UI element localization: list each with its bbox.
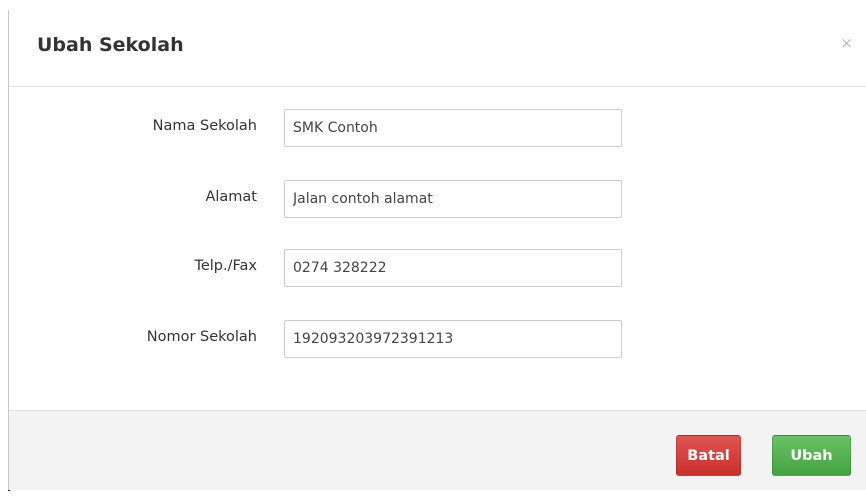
nama-sekolah-label: Nama Sekolah (152, 118, 257, 134)
form-row-nama-sekolah: Nama Sekolah (9, 109, 866, 147)
edit-school-modal: Ubah Sekolah × Nama Sekolah Alamat Telp.… (8, 10, 866, 490)
modal-footer: Batal Ubah (9, 410, 866, 490)
form-row-telp-fax: Telp./Fax (9, 249, 866, 287)
alamat-input[interactable] (284, 180, 622, 218)
alamat-label: Alamat (205, 189, 257, 205)
submit-button[interactable]: Ubah (772, 435, 851, 476)
form-row-alamat: Alamat (9, 180, 866, 218)
telp-fax-input[interactable] (284, 249, 622, 287)
modal-header: Ubah Sekolah × (9, 10, 866, 87)
close-icon[interactable]: × (840, 36, 853, 51)
nama-sekolah-input[interactable] (284, 109, 622, 147)
nomor-sekolah-label: Nomor Sekolah (146, 329, 257, 345)
nomor-sekolah-input[interactable] (284, 320, 622, 358)
form-row-nomor-sekolah: Nomor Sekolah (9, 320, 866, 358)
telp-fax-label: Telp./Fax (194, 258, 257, 274)
modal-title: Ubah Sekolah (37, 34, 184, 56)
cancel-button[interactable]: Batal (676, 435, 741, 476)
